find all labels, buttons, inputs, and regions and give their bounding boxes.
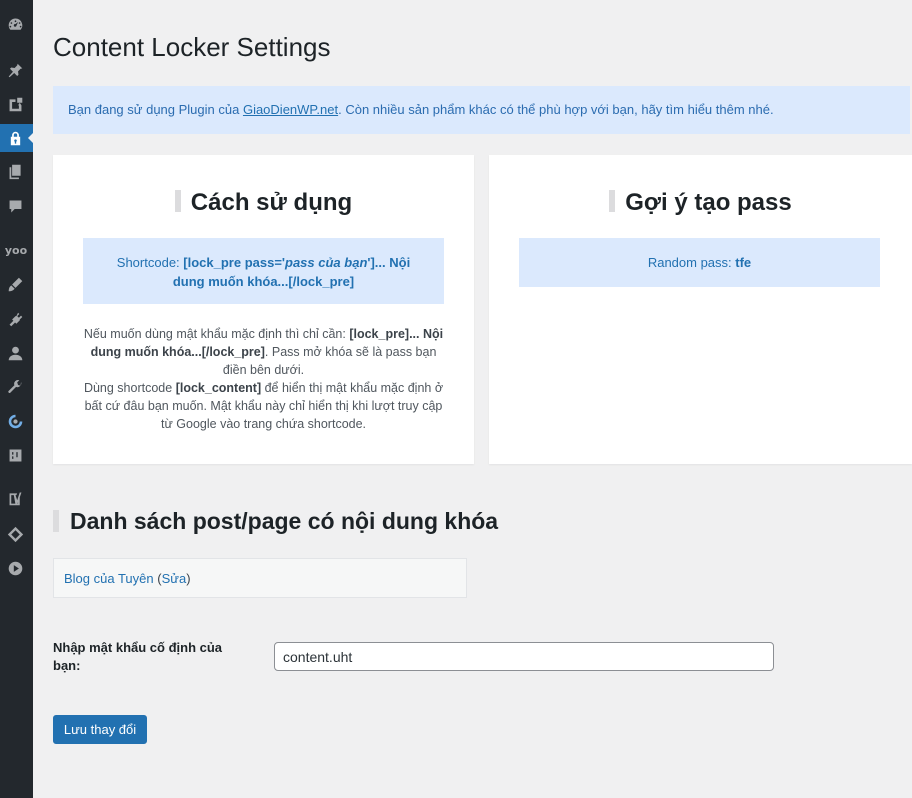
locked-list-heading: Danh sách post/page có nội dung khóa — [53, 508, 498, 535]
media-icon[interactable] — [4, 93, 26, 115]
lock-icon — [4, 127, 26, 149]
desc-2: Dùng shortcode — [83, 381, 176, 395]
locked-list-heading-text: Danh sách post/page có nội dung khóa — [70, 508, 499, 534]
heading-bar — [53, 510, 59, 532]
usage-card: Cách sử dụng Shortcode: [lock_pre pass='… — [53, 155, 474, 464]
page-title: Content Locker Settings — [53, 32, 331, 62]
random-pass-label: Random pass: — [647, 255, 736, 270]
password-label: Nhập mật khẩu cố định của bạn: — [53, 640, 223, 673]
usage-description: Nếu muốn dùng mật khẩu mặc định thì chỉ … — [83, 325, 444, 433]
yoo-icon[interactable]: yoo — [3, 239, 29, 261]
settings-icon[interactable] — [4, 444, 26, 466]
save-button[interactable]: Lưu thay đổi — [53, 715, 147, 744]
edit-paren-close: ) — [186, 571, 191, 586]
shortcode-box: Shortcode: [lock_pre pass='pass của bạn'… — [83, 238, 444, 304]
comments-icon[interactable] — [4, 195, 26, 217]
active-arrow-icon — [28, 132, 34, 144]
dashboard-icon[interactable] — [4, 13, 26, 35]
notice-text-prefix: Bạn đang sử dụng Plugin của — [68, 102, 243, 117]
pages-icon[interactable] — [4, 160, 26, 182]
plugin-notice: Bạn đang sử dụng Plugin của GiaoDienWP.n… — [53, 86, 910, 134]
admin-sidebar: yoo — [0, 0, 34, 798]
shortcode-label: Shortcode: — [116, 255, 184, 270]
random-pass-value: tfe — [735, 255, 752, 270]
notice-text-suffix: . Còn nhiều sản phẩm khác có thể phù hợp… — [338, 102, 774, 117]
heading-bar — [174, 190, 181, 212]
plugins-icon[interactable] — [4, 308, 26, 330]
heading-bar — [609, 190, 616, 212]
password-suggestion-card: Gợi ý tạo pass Random pass: tfe — [489, 155, 912, 464]
shortcode-pass: pass của bạn — [285, 255, 368, 270]
edit-link[interactable]: Sửa — [162, 571, 187, 586]
edit-paren-open: ( — [153, 571, 162, 586]
pass-card-heading: Gợi ý tạo pass — [489, 189, 912, 217]
usage-card-heading-text: Cách sử dụng — [190, 189, 353, 216]
appearance-icon[interactable] — [4, 273, 26, 295]
pin-icon[interactable] — [4, 59, 26, 81]
sync-icon[interactable] — [4, 410, 26, 432]
tools-icon[interactable] — [4, 376, 26, 398]
sidebar-item-content-locker[interactable] — [0, 124, 34, 152]
locked-post-list: Blog của Tuyên (Sửa) — [53, 558, 467, 598]
play-icon[interactable] — [4, 557, 26, 579]
password-input[interactable] — [274, 642, 774, 671]
notice-link[interactable]: GiaoDienWP.net — [243, 102, 338, 117]
random-pass-box: Random pass: tfe — [519, 238, 880, 287]
diamond-icon[interactable] — [4, 523, 26, 545]
desc-1: Nếu muốn dùng mật khẩu mặc định thì chỉ … — [83, 327, 350, 341]
pass-card-heading-text: Gợi ý tạo pass — [625, 189, 792, 216]
users-icon[interactable] — [4, 342, 26, 364]
post-title-link[interactable]: Blog của Tuyên — [64, 571, 154, 586]
list-item: Blog của Tuyên (Sửa) — [64, 571, 456, 586]
desc-2-code: [lock_content] — [175, 381, 262, 395]
yoast-icon[interactable] — [4, 487, 26, 509]
usage-card-heading: Cách sử dụng — [53, 189, 474, 217]
shortcode-open: [lock_pre pass=' — [183, 255, 286, 270]
